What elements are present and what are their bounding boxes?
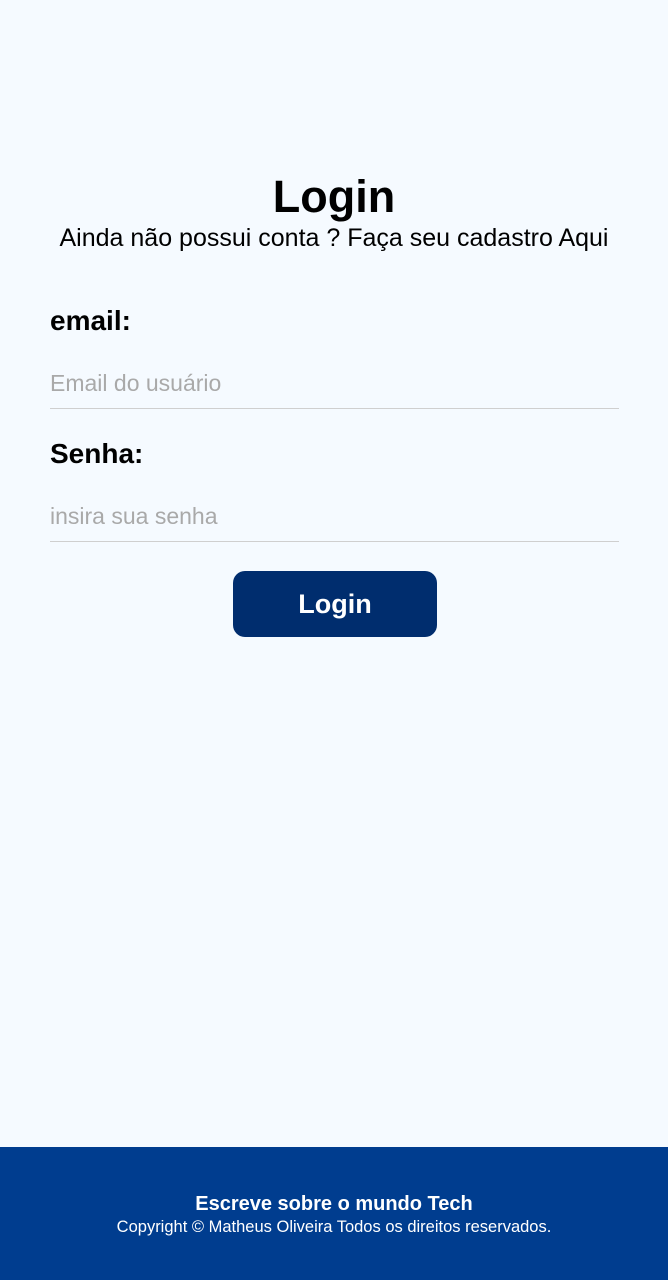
signup-prompt[interactable]: Ainda não possui conta ? Faça seu cadast… (0, 222, 668, 254)
footer: Escreve sobre o mundo Tech Copyright © M… (0, 1147, 668, 1280)
footer-title: Escreve sobre o mundo Tech (195, 1193, 473, 1215)
login-page: Login Ainda não possui conta ? Faça seu … (0, 0, 668, 1280)
footer-copyright: Copyright © Matheus Oliveira Todos os di… (116, 1218, 552, 1236)
password-input[interactable] (50, 492, 619, 542)
email-label: email: (50, 305, 131, 336)
password-label: Senha: (50, 438, 144, 469)
login-button[interactable]: Login (233, 571, 437, 637)
page-title: Login (272, 171, 396, 222)
email-input[interactable] (50, 359, 619, 409)
